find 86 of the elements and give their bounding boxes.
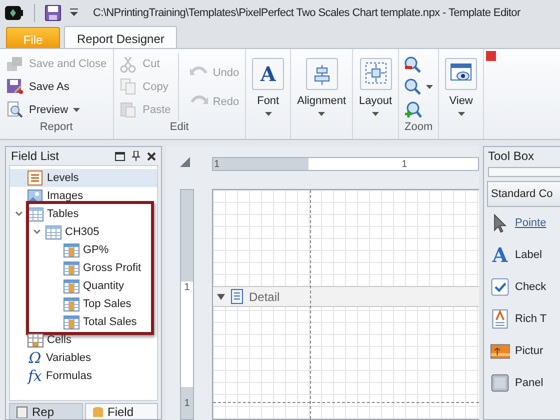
font-icon: A [260, 62, 276, 86]
tree-item[interactable]: Images [10, 187, 157, 205]
ruler-label: 1 [184, 398, 190, 409]
window-title: C:\NPrintingTraining\Templates\PixelPerfect Two Scales Chart template.npx - Template Editor [93, 7, 520, 19]
maximize-icon[interactable] [115, 152, 125, 160]
toolbox-item[interactable]: Pointe [484, 207, 560, 239]
band-label: Detail [249, 290, 280, 304]
variable-icon: Ω [27, 349, 43, 367]
scissors-icon [120, 56, 138, 73]
group-label: Report [38, 121, 74, 135]
magnifier-icon [6, 101, 24, 118]
table-icon [27, 206, 44, 222]
toolbox-item[interactable]: Rich T [484, 303, 560, 335]
caret-icon [372, 112, 380, 116]
caret-icon [73, 108, 80, 112]
picture-icon [490, 341, 510, 361]
zoom-out-icon [404, 56, 422, 73]
ruler-label: 1 [184, 282, 190, 293]
tree-item[interactable]: Quantity [10, 277, 157, 295]
toolbox-item[interactable]: Pictur [484, 335, 560, 367]
tree-item[interactable]: Cells [10, 331, 157, 349]
levels-icon [27, 170, 44, 186]
category-button[interactable]: Standard Co [487, 181, 560, 207]
pin-icon[interactable] [132, 151, 140, 161]
clipboard-icon [16, 406, 28, 418]
close-icon[interactable] [147, 152, 156, 160]
panel-tab[interactable]: Rep [9, 403, 82, 419]
dropdown-icon[interactable] [67, 8, 81, 18]
ribbon-button[interactable] [402, 78, 436, 96]
column-icon [63, 260, 80, 276]
copy-icon [120, 78, 138, 96]
ribbon-button[interactable]: A Font [249, 56, 288, 118]
toolbox-item[interactable]: Panel [484, 367, 560, 399]
tree-item[interactable]: CH305 [10, 223, 157, 241]
column-icon [63, 242, 80, 258]
tree-item[interactable]: Levels [10, 169, 157, 187]
chevron-down-icon[interactable] [15, 210, 23, 218]
caret-icon [458, 112, 465, 116]
tree-item[interactable]: Top Sales [10, 295, 157, 313]
table-icon [45, 224, 62, 240]
tree-item[interactable]: Tables [10, 205, 157, 223]
tree-item[interactable]: GP% [10, 241, 157, 259]
variable-icon: fx [27, 367, 43, 385]
collapse-icon[interactable] [217, 292, 225, 300]
group-label: Zoom [404, 121, 434, 135]
database-icon [92, 406, 104, 418]
caret-icon [318, 112, 326, 116]
caret-icon [426, 84, 434, 89]
panel-title: Tool Box [487, 148, 536, 165]
ribbon-button[interactable]: Preview [3, 99, 110, 120]
paste-icon [120, 101, 138, 118]
save-as-icon [6, 78, 24, 96]
checkbox-icon [490, 277, 510, 297]
tree-item[interactable]: Total Sales [10, 313, 157, 331]
chevron-down-icon[interactable] [33, 228, 41, 236]
column-icon [63, 314, 80, 330]
layout-icon [364, 62, 387, 86]
rich-text-icon [490, 309, 510, 329]
panel-icon [490, 373, 510, 393]
tree-item[interactable]: Gross Profit [10, 259, 157, 277]
panel-tab[interactable]: Field [84, 403, 158, 419]
panel-title: Field List [11, 149, 60, 163]
toolbox-item[interactable]: A Label [484, 239, 560, 271]
zoom-icon [404, 78, 422, 96]
zoom-in-icon [404, 101, 422, 118]
toolbox-item[interactable]: Check [484, 271, 560, 303]
ribbon-tab[interactable]: Report Designer [64, 26, 178, 48]
ruler-label: 1 [400, 158, 408, 170]
tree-item[interactable]: fx Formulas [10, 367, 157, 385]
caret-icon [264, 112, 272, 116]
search-field[interactable] [488, 167, 560, 177]
app-icon [4, 5, 24, 21]
save-icon[interactable] [45, 5, 61, 21]
column-icon [63, 278, 80, 294]
ruler-label: 1 [213, 158, 221, 170]
save-close-icon [6, 56, 24, 73]
ribbon-button[interactable]: Layout [356, 56, 396, 118]
ribbon-button[interactable]: Save As [3, 76, 110, 98]
ruler-corner-icon [180, 157, 190, 167]
tree-item[interactable]: Ω Variables [10, 349, 157, 367]
cells-icon [27, 332, 44, 348]
ribbon-button[interactable]: View [442, 56, 480, 118]
ribbon-button[interactable]: Alignment [294, 56, 350, 118]
group-label: Edit [168, 121, 190, 135]
label-icon: A [490, 243, 510, 267]
column-icon [63, 296, 80, 312]
